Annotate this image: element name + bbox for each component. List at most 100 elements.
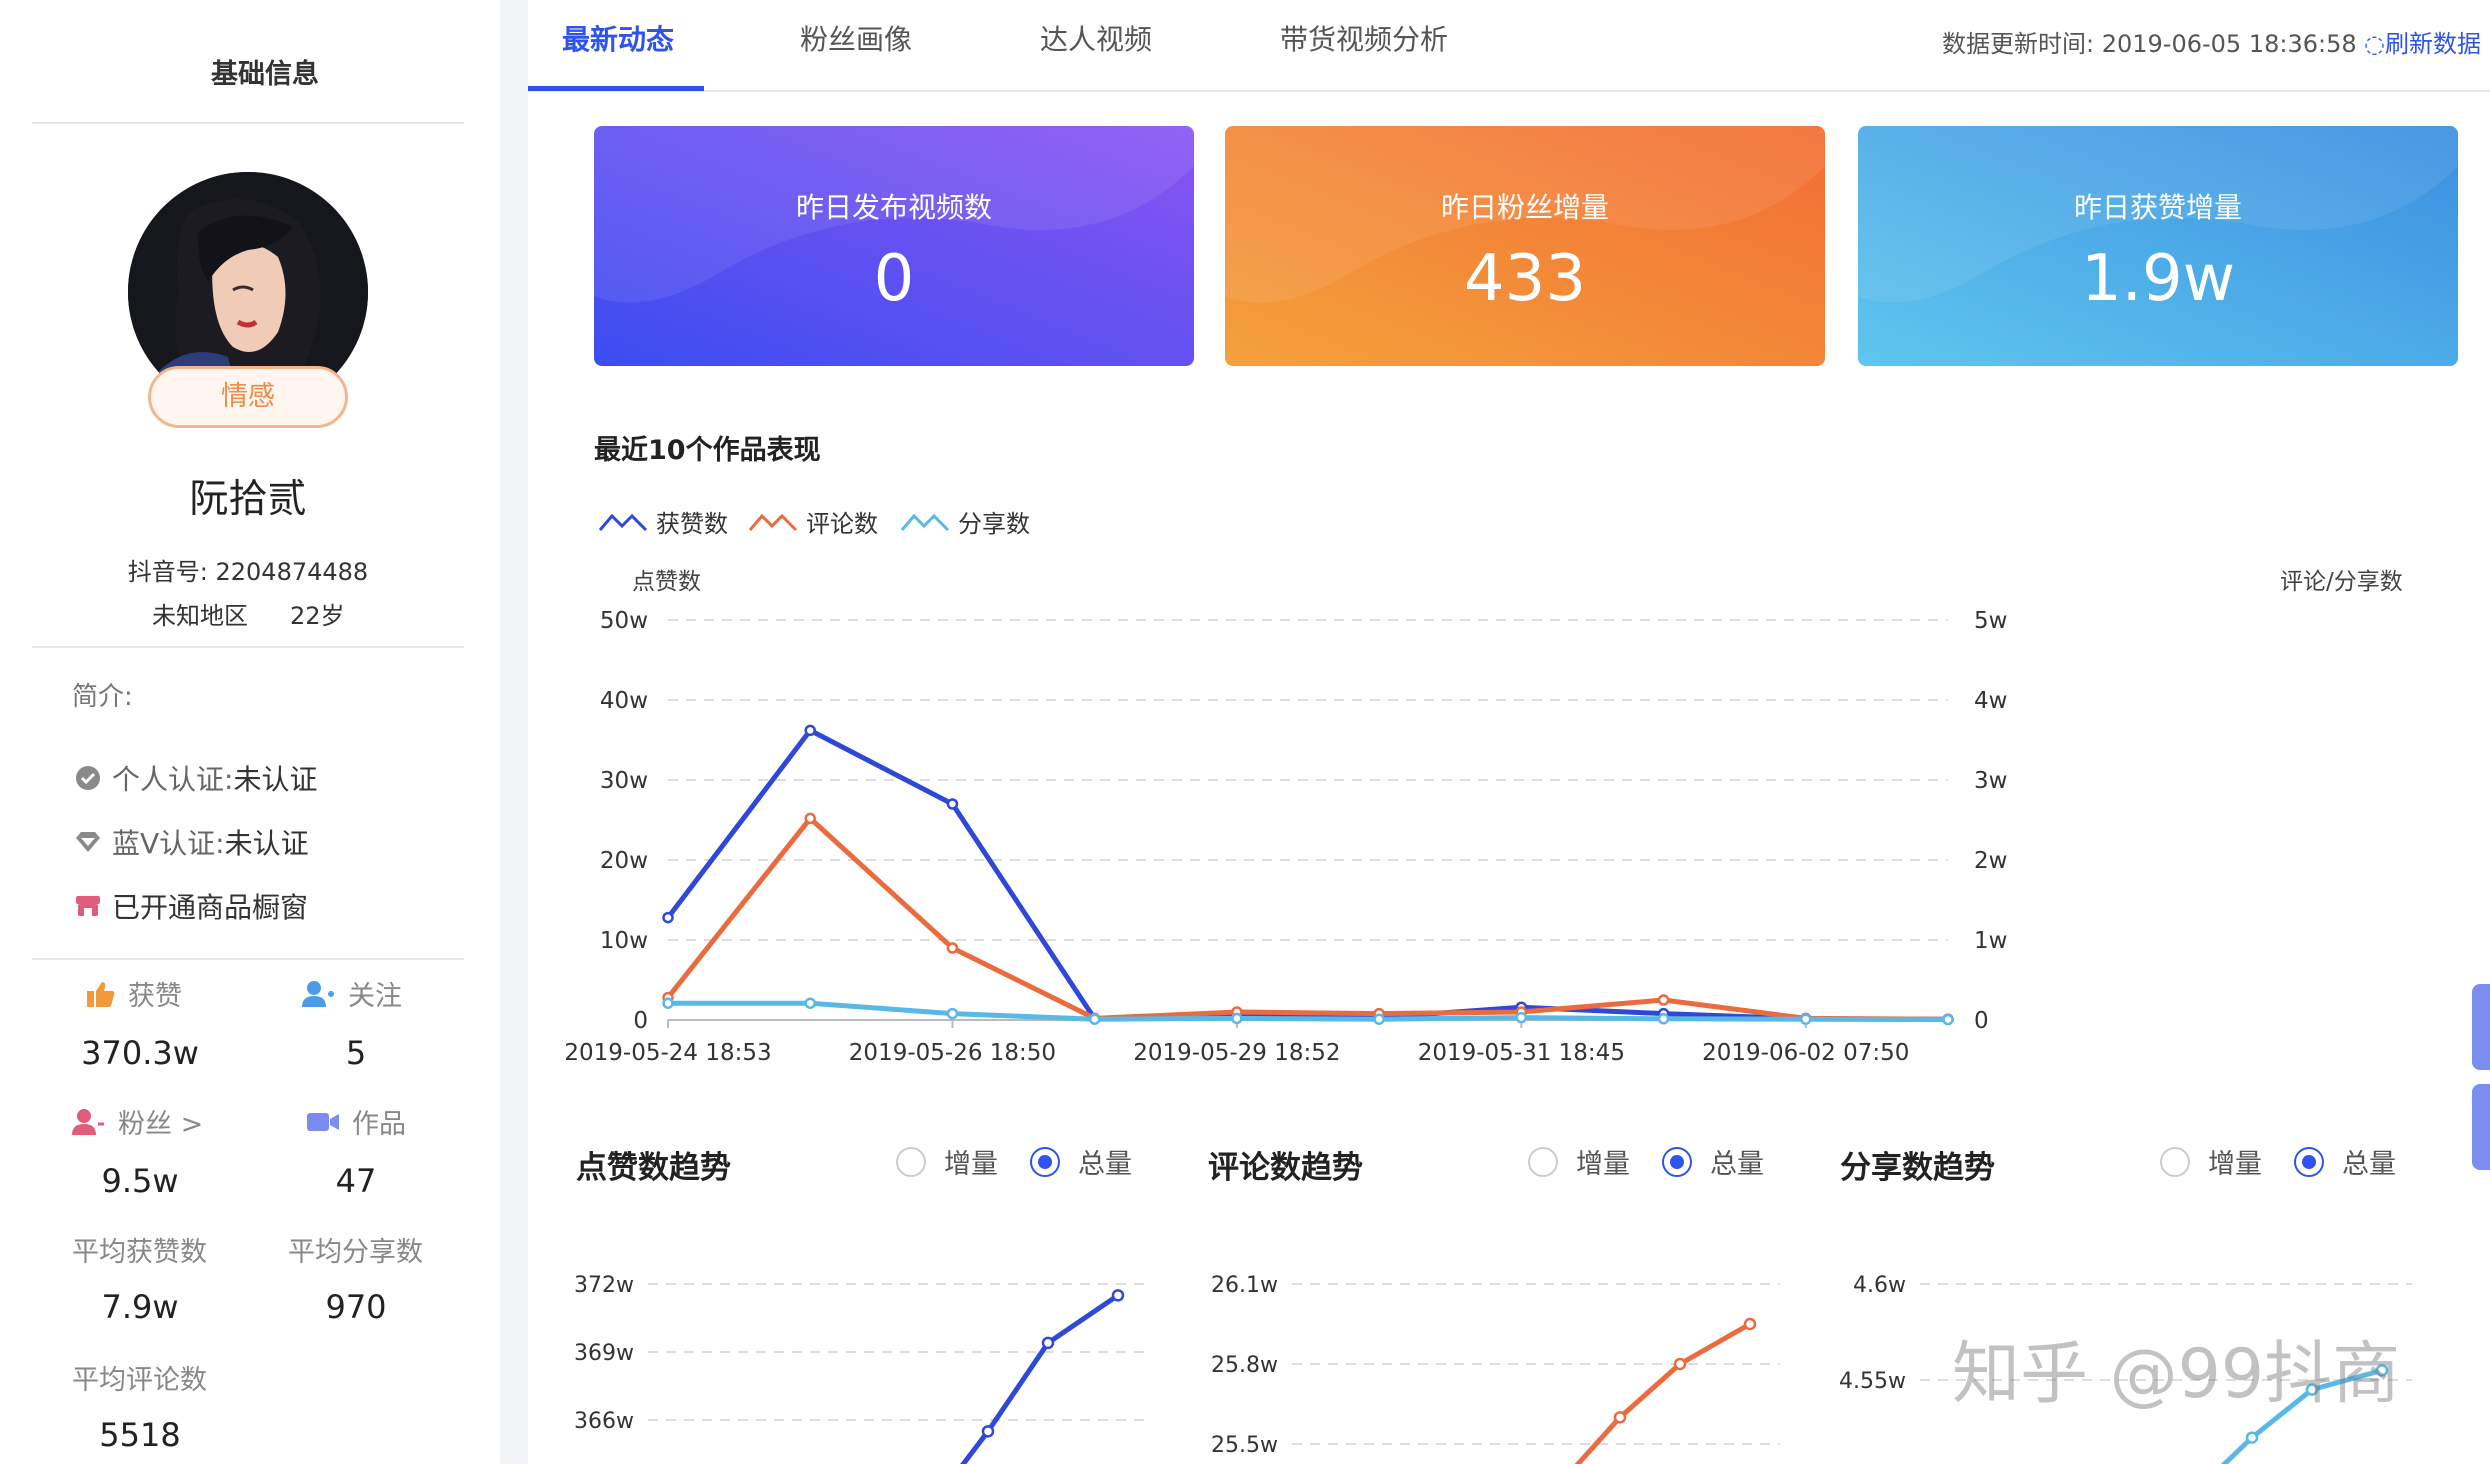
avg-comment-label: 平均评论数 [72,1365,207,1396]
y-left-tick: 10w [600,928,648,954]
mini-y-tick: 4.55w [1839,1369,1906,1394]
douyin-id: 抖音号: 2204874488 [127,558,369,586]
x-tick-label: 2019-05-29 18:52 [1133,1040,1340,1066]
data-point [804,812,816,825]
user-follow-icon [302,980,334,1007]
data-point [1231,1012,1243,1025]
mini-data-point [1613,1411,1627,1424]
data-point [946,942,959,954]
avg-share-value: 970 [325,1288,387,1326]
y-right-tick: 4w [1974,688,2007,714]
mini-y-tick: 369w [574,1341,634,1366]
category-tag: 情感 [148,366,348,428]
shop-window-status: 已开通商品橱窗 [74,886,308,926]
radio-on[interactable] [1662,1146,1692,1177]
radio-off[interactable] [1528,1146,1558,1177]
fans-icon [72,1108,104,1135]
divider [32,122,464,124]
mini-data-point [981,1425,995,1438]
likes-increment-radio[interactable]: 增量 [896,1142,998,1181]
comments-total-radio[interactable]: 总量 [1662,1142,1764,1181]
radio-off[interactable] [896,1146,926,1177]
comments-trend-title: 评论数趋势 [1208,1150,1363,1186]
mini-data-point [1743,1317,1757,1331]
profile-sidebar: 基础信息 情感 阮拾贰 抖音号: 2204874488 未知地区 22岁 简介:… [0,0,500,1464]
fans-value: 9.5w [101,1162,179,1200]
age: 22岁 [290,602,345,630]
cert-value: 未认证 [224,827,309,860]
data-point [1657,994,1670,1006]
likes-value: 370.3w [81,1034,199,1072]
y-left-tick: 40w [600,688,648,714]
data-point [804,724,816,737]
x-tick-label: 2019-05-31 18:45 [1418,1040,1625,1066]
y-right-tick: 3w [1974,768,2007,794]
divider [32,646,464,648]
mini-data-point [1673,1357,1687,1371]
series-line-1 [666,815,1949,1022]
cert-label: 蓝V认证: [112,827,225,860]
check-circle-icon [74,764,102,792]
mini-data-point [1041,1336,1055,1350]
y-right-tick: 1w [1974,928,2007,954]
fans-label[interactable]: 粉丝 > [72,1102,203,1141]
follow-value: 5 [345,1034,367,1072]
recent-works-chart: 0 0 10w 1w 20w 2w 30w 3w 40w 4w 50w 5w 2019-05-24 18… [564,608,2412,1464]
divider [32,958,464,960]
data-point [662,911,674,924]
radio-on[interactable] [1030,1146,1060,1177]
cert-label: 个人认证: [112,763,234,796]
data-point [946,1007,959,1020]
data-point [1515,1011,1528,1024]
shop-icon [74,892,102,920]
works-value: 47 [335,1162,377,1200]
mini-data-point [2245,1431,2259,1444]
y-left-tick: 20w [600,848,648,874]
data-point [1942,1013,1954,1026]
mini-data-point [1111,1289,1125,1302]
data-point [1800,1013,1812,1025]
thumbs-up-icon [87,981,115,1007]
avg-likes-label: 平均获赞数 [72,1237,207,1268]
data-point [946,798,959,810]
follow-label: 关注 [302,974,402,1013]
works-label: 作品 [306,1102,406,1141]
likes-trend-title: 点赞数趋势 [576,1150,731,1186]
x-tick-label: 2019-05-26 18:50 [849,1040,1056,1066]
mini-y-tick: 25.8w [1211,1353,1278,1378]
mini-y-tick: 25.5w [1211,1433,1278,1458]
diamond-icon [74,828,102,856]
floating-side-tab[interactable] [2472,1084,2490,1170]
shares-increment-radio[interactable]: 增量 [2160,1142,2262,1181]
data-point [1657,1013,1670,1025]
data-point [662,997,674,1009]
x-tick-label: 2019-06-02 07:50 [1702,1040,1909,1066]
personal-cert: 个人认证: 未认证 [74,758,317,798]
radio-on[interactable] [2294,1146,2324,1177]
data-point [1088,1013,1101,1025]
comments-increment-radio[interactable]: 增量 [1528,1142,1630,1181]
likes-label: 获赞 [86,974,182,1013]
floating-side-tab[interactable] [2472,984,2490,1070]
watermark: 知乎 @99抖商 [1952,1335,2401,1414]
user-name: 阮拾贰 [189,477,307,522]
radio-off[interactable] [2160,1146,2190,1177]
y-left-tick: 30w [600,768,648,794]
mini-y-tick: 4.6w [1853,1273,1906,1298]
sidebar-title: 基础信息 [211,59,319,90]
shares-total-radio[interactable]: 总量 [2294,1142,2396,1181]
video-camera-icon [307,1112,339,1131]
mini-y-tick: 26.1w [1211,1273,1278,1298]
mini-y-tick: 366w [574,1409,634,1434]
avg-comment-value: 5518 [99,1416,181,1454]
series-line-0 [666,727,1949,1022]
shares-trend-title: 分享数趋势 [1840,1150,1995,1186]
likes-total-radio[interactable]: 总量 [1030,1142,1132,1181]
cert-label: 已开通商品橱窗 [112,891,309,924]
data-point [1373,1013,1385,1025]
mini-series-line-0 [960,1293,1120,1464]
avg-likes-value: 7.9w [101,1288,179,1326]
y-left-tick: 0 [633,1008,648,1034]
y-right-tick: 5w [1974,608,2007,634]
avg-share-label: 平均分享数 [288,1237,423,1268]
